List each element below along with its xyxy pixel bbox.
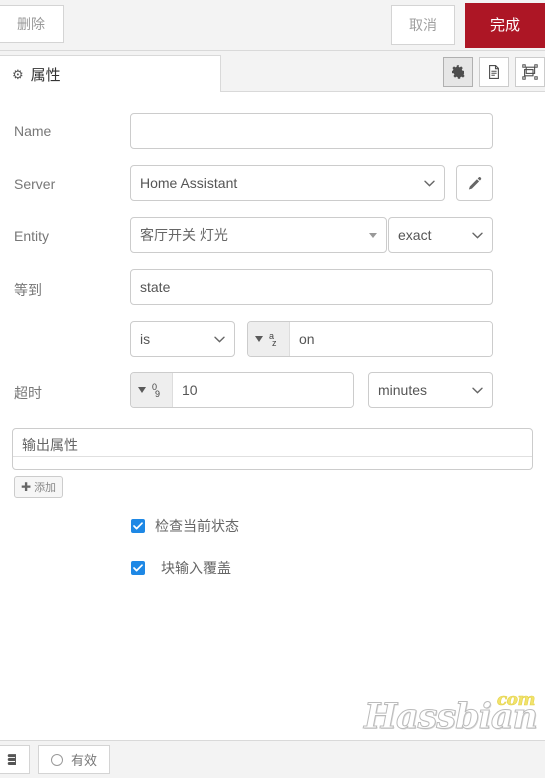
timeout-units-value: minutes	[378, 382, 428, 398]
done-button[interactable]: 完成	[465, 3, 545, 48]
timeout-label: 超时	[14, 385, 42, 401]
checkbox-row-block-input-overrides[interactable]: 块输入覆盖	[131, 558, 231, 578]
gear-icon: ⚙	[12, 67, 24, 82]
editor-panel-icon-buttons	[443, 57, 545, 87]
output-properties-divider	[13, 456, 532, 457]
checkbox-label-check-current-state: 检查当前状态	[155, 518, 239, 534]
wait-until-value-text[interactable]: on	[290, 322, 492, 356]
circle-icon	[51, 753, 63, 766]
chevron-down-icon	[472, 387, 483, 394]
check-icon	[133, 522, 143, 530]
checkbox-row-check-current-state[interactable]: 检查当前状态	[131, 516, 239, 536]
chevron-down-icon	[424, 180, 435, 187]
editor-footer: 有效	[0, 740, 545, 778]
help-info-button[interactable]	[0, 745, 30, 774]
document-icon	[489, 65, 499, 79]
entity-match-select[interactable]: exact	[388, 217, 493, 253]
wait-until-value-typed-input[interactable]: a z on	[247, 321, 493, 357]
chevron-down-icon	[214, 336, 225, 343]
add-output-property-button[interactable]: ✚ 添加	[14, 476, 64, 498]
gear-icon	[452, 65, 465, 79]
checkbox-label-block-input-overrides: 块输入覆盖	[161, 560, 231, 576]
frame-icon	[522, 64, 538, 80]
caret-down-icon	[369, 232, 377, 238]
delete-button[interactable]: 删除	[0, 5, 64, 43]
properties-gear-icon-button[interactable]	[443, 57, 473, 87]
entity-match-select-value: exact	[398, 227, 432, 243]
server-label: Server	[14, 176, 56, 192]
server-edit-button[interactable]	[456, 165, 493, 201]
timeout-typed-input[interactable]: 0 9 10	[130, 372, 354, 408]
enabled-toggle-button[interactable]: 有效	[38, 745, 111, 774]
tab-properties[interactable]: ⚙ 属性	[0, 55, 221, 93]
wait-until-value-type-button[interactable]: a z	[248, 322, 290, 356]
caret-down-icon	[138, 387, 146, 393]
enabled-toggle-label: 有效	[71, 753, 98, 768]
output-properties-panel: 输出属性	[12, 428, 533, 470]
editor-header-toolbar: 删除 取消 完成	[0, 0, 545, 51]
chevron-down-icon	[472, 232, 483, 239]
wait-until-comparator-select[interactable]: is	[130, 321, 235, 357]
wait-until-label: 等到	[14, 282, 42, 298]
name-label: Name	[14, 123, 52, 139]
timeout-value-text[interactable]: 10	[173, 373, 353, 407]
book-icon	[7, 754, 16, 765]
server-select-value: Home Assistant	[140, 175, 238, 191]
timeout-units-select[interactable]: minutes	[368, 372, 493, 408]
wait-until-comparator-value: is	[140, 331, 151, 347]
string-type-icon: a z	[269, 330, 277, 348]
pencil-icon	[468, 176, 482, 189]
checkbox-check-current-state[interactable]	[131, 519, 145, 533]
output-properties-title: 输出属性	[22, 437, 78, 453]
caret-down-icon	[255, 336, 263, 342]
node-properties-form: Name Server Home Assistant Entity 客厅开关 灯…	[0, 92, 545, 740]
checkbox-block-input-overrides[interactable]	[131, 561, 145, 575]
plus-icon: ✚	[21, 480, 32, 494]
appearance-frame-icon-button[interactable]	[515, 57, 545, 87]
add-output-property-label: 添加	[34, 482, 57, 494]
description-document-icon-button[interactable]	[479, 57, 509, 87]
entity-combobox-value: 客厅开关 灯光	[140, 227, 228, 243]
editor-tab-strip: ⚙ 属性	[0, 51, 545, 93]
wait-until-property-input[interactable]	[130, 269, 493, 305]
entity-combobox[interactable]: 客厅开关 灯光	[130, 217, 387, 253]
cancel-button[interactable]: 取消	[391, 5, 455, 45]
timeout-type-button[interactable]: 0 9	[131, 373, 173, 407]
check-icon	[133, 564, 143, 572]
entity-label: Entity	[14, 228, 50, 244]
tab-properties-label: 属性	[30, 67, 61, 84]
number-type-icon: 0 9	[152, 381, 161, 399]
name-input[interactable]	[130, 113, 493, 149]
server-select[interactable]: Home Assistant	[130, 165, 445, 201]
